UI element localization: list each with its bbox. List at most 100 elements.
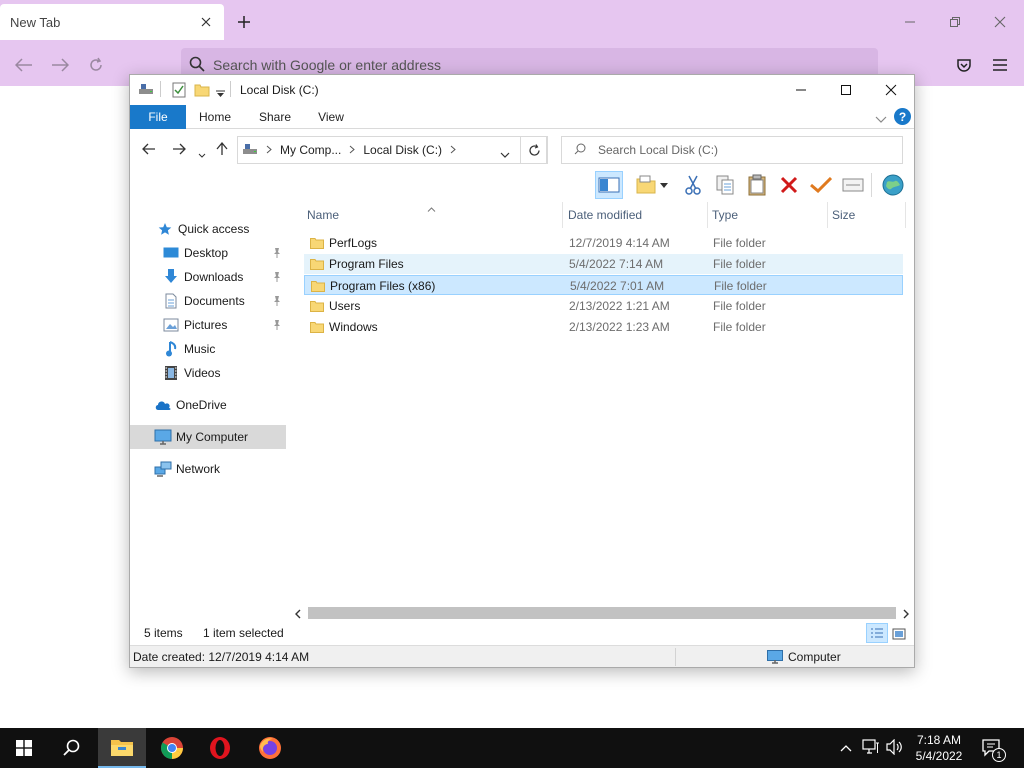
nav-network[interactable]: Network [130, 457, 286, 481]
chevron-down-icon[interactable] [657, 171, 671, 199]
start-button[interactable] [0, 728, 48, 768]
star-icon [156, 220, 174, 238]
nav-downloads[interactable]: Downloads [130, 265, 286, 289]
details-bar: Date created: 12/7/2019 4:14 AM Computer [130, 645, 914, 667]
pin-icon[interactable] [272, 271, 282, 283]
file-date: 2/13/2022 1:23 AM [569, 320, 670, 334]
chevron-up-icon[interactable] [840, 741, 852, 755]
rename-check-icon[interactable] [807, 171, 835, 199]
nav-onedrive[interactable]: OneDrive [130, 393, 286, 417]
file-row[interactable]: Program Files 5/4/2022 7:14 AM File folder [304, 254, 903, 274]
nav-label: Desktop [184, 246, 229, 260]
back-icon[interactable] [142, 143, 156, 158]
large-icons-view-icon[interactable] [890, 625, 908, 643]
file-explorer-taskbar-button[interactable] [98, 728, 146, 768]
opera-icon[interactable] [196, 728, 244, 768]
copy-icon[interactable] [711, 171, 739, 199]
maximize-icon[interactable] [823, 75, 869, 105]
system-clock[interactable]: 7:18 AM 5/4/2022 [908, 732, 970, 764]
clock-date: 5/4/2022 [915, 749, 963, 763]
search-box[interactable]: Search Local Disk (C:) [561, 136, 903, 164]
chevron-right-icon[interactable] [349, 143, 356, 157]
tab-view[interactable]: View [308, 105, 354, 129]
column-header-name[interactable]: Name [303, 202, 563, 228]
preview-pane-icon[interactable] [595, 171, 623, 199]
tab-home[interactable]: Home [192, 105, 238, 129]
scroll-left-icon[interactable] [294, 608, 302, 622]
volume-icon[interactable] [886, 738, 904, 758]
globe-icon[interactable] [879, 171, 907, 199]
nav-label: Videos [184, 366, 221, 380]
network-status-icon[interactable] [862, 739, 880, 758]
cut-icon[interactable] [679, 171, 707, 199]
customize-quick-access-icon[interactable] [216, 87, 225, 101]
nav-documents[interactable]: Documents [130, 289, 286, 313]
up-icon[interactable] [216, 141, 228, 159]
tab-share[interactable]: Share [250, 105, 300, 129]
chevron-right-icon[interactable] [450, 143, 456, 157]
paste-icon[interactable] [743, 171, 771, 199]
nav-desktop[interactable]: Desktop [130, 241, 286, 265]
reload-icon[interactable] [85, 54, 107, 76]
breadcrumb-my-computer[interactable]: My Comp... [280, 143, 341, 157]
file-row[interactable]: Users 2/13/2022 1:21 AM File folder [304, 296, 903, 316]
explorer-titlebar: Local Disk (C:) [130, 75, 914, 105]
properties-window-icon[interactable] [839, 171, 867, 199]
close-icon[interactable] [198, 14, 214, 30]
nav-videos[interactable]: Videos [130, 361, 286, 385]
forward-icon[interactable] [172, 143, 186, 158]
computer-icon [767, 650, 783, 667]
chevron-down-icon[interactable] [500, 147, 510, 161]
details-view-icon[interactable] [866, 623, 888, 643]
pin-icon[interactable] [272, 247, 282, 259]
file-name: Users [329, 299, 361, 313]
minimize-icon[interactable] [778, 75, 824, 105]
menu-icon[interactable] [989, 54, 1011, 76]
search-button[interactable] [48, 728, 96, 768]
browser-tab[interactable]: New Tab [0, 4, 224, 40]
file-row[interactable]: Program Files (x86) 5/4/2022 7:01 AM File … [304, 275, 903, 295]
refresh-button[interactable] [520, 136, 548, 164]
folder-icon [310, 317, 324, 337]
address-bar[interactable]: My Comp... Local Disk (C:) [237, 136, 547, 164]
new-folder-icon[interactable] [194, 83, 210, 100]
help-icon[interactable]: ? [894, 108, 911, 125]
file-row[interactable]: Windows 2/13/2022 1:23 AM File folder [304, 317, 903, 337]
file-row[interactable]: PerfLogs 12/7/2019 4:14 AM File folder [304, 233, 903, 253]
music-icon [162, 340, 180, 358]
cloud-icon [154, 396, 172, 414]
minimize-icon[interactable] [898, 10, 922, 34]
column-header-date-modified[interactable]: Date modified [564, 202, 708, 228]
nav-pictures[interactable]: Pictures [130, 313, 286, 337]
nav-quick-access[interactable]: Quick access [130, 217, 286, 241]
nav-my-computer[interactable]: My Computer [130, 425, 286, 449]
new-tab-button[interactable] [232, 10, 256, 34]
firefox-icon[interactable] [246, 728, 294, 768]
chrome-icon[interactable] [148, 728, 196, 768]
scrollbar-thumb[interactable] [308, 607, 896, 619]
properties-icon[interactable] [172, 82, 186, 101]
recent-locations-icon[interactable] [198, 147, 206, 161]
horizontal-scrollbar[interactable] [292, 605, 914, 621]
close-icon[interactable] [868, 75, 914, 105]
search-icon [574, 143, 586, 158]
restore-icon[interactable] [943, 10, 967, 34]
tab-file[interactable]: File [130, 105, 186, 129]
back-icon[interactable] [13, 54, 35, 76]
close-window-icon[interactable] [988, 10, 1012, 34]
delete-icon[interactable] [775, 171, 803, 199]
desktop-icon [162, 244, 180, 262]
scroll-right-icon[interactable] [902, 608, 910, 622]
drive-icon [138, 82, 154, 99]
pocket-icon[interactable] [953, 54, 975, 76]
nav-music[interactable]: Music [130, 337, 286, 361]
pin-icon[interactable] [272, 319, 282, 331]
column-header-type[interactable]: Type [708, 202, 828, 228]
column-header-size[interactable]: Size [828, 202, 906, 228]
pin-icon[interactable] [272, 295, 282, 307]
folder-icon [310, 233, 324, 253]
breadcrumb-local-disk[interactable]: Local Disk (C:) [363, 143, 442, 157]
forward-icon[interactable] [49, 54, 71, 76]
expand-ribbon-icon[interactable] [875, 113, 887, 127]
network-icon [154, 460, 172, 478]
